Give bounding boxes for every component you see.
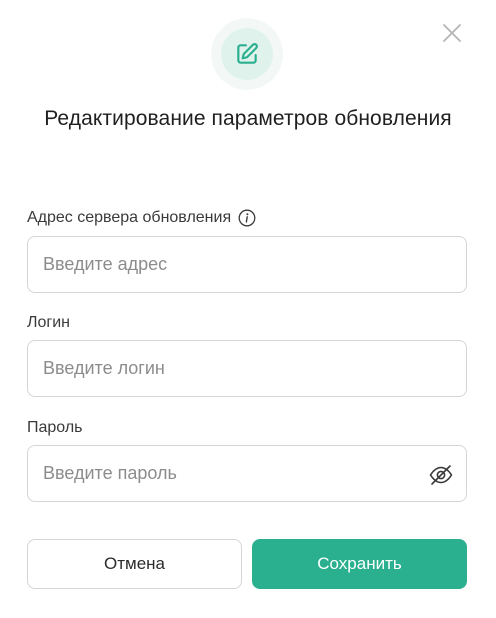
- close-icon: [443, 24, 461, 42]
- login-label-row: Логин: [27, 314, 70, 332]
- header-icon-badge: [211, 18, 283, 90]
- save-button-label: Сохранить: [317, 554, 402, 573]
- edit-icon: [237, 43, 258, 64]
- server-address-field: [27, 236, 467, 293]
- login-input[interactable]: [28, 341, 466, 396]
- dialog-title: Редактирование параметров обновления: [44, 107, 452, 130]
- password-input[interactable]: [28, 446, 466, 501]
- close-button[interactable]: [441, 22, 463, 44]
- login-field: [27, 340, 467, 397]
- cancel-button-label: Отмена: [104, 554, 165, 573]
- eye-off-icon[interactable]: [428, 462, 454, 488]
- password-field: [27, 445, 467, 502]
- login-label: Логин: [27, 314, 71, 331]
- info-icon[interactable]: [238, 209, 256, 227]
- server-address-input[interactable]: [28, 237, 466, 292]
- save-button[interactable]: Сохранить: [252, 539, 467, 589]
- server-address-label-row: Адрес сервера обновления: [27, 209, 256, 227]
- update-settings-dialog: Редактирование параметров обновления Адр…: [0, 0, 496, 618]
- password-label: Пароль: [27, 419, 83, 436]
- password-label-row: Пароль: [27, 419, 83, 437]
- server-address-label: Адрес сервера обновления: [27, 209, 232, 226]
- cancel-button[interactable]: Отмена: [27, 539, 242, 589]
